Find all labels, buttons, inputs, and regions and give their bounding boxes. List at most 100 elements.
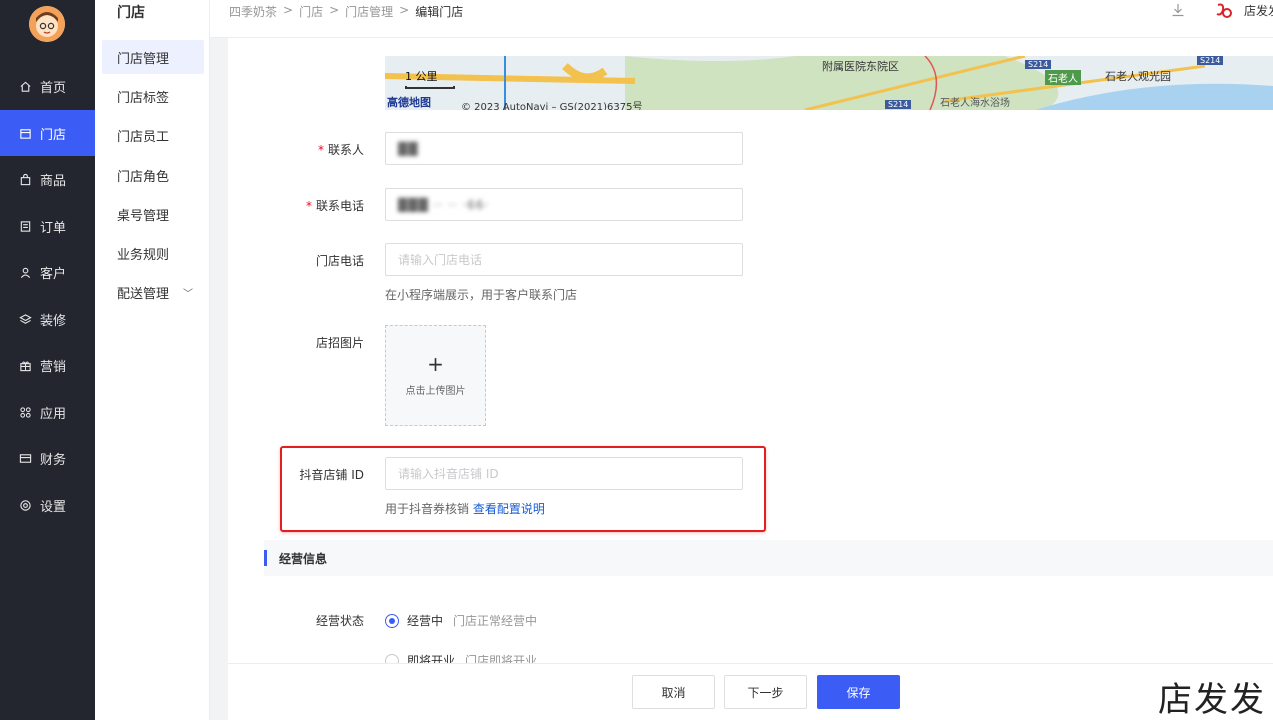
nav-label: 客户: [40, 266, 67, 282]
upload-text: 点击上传图片: [405, 386, 466, 397]
breadcrumb: 四季奶茶 > 门店 > 门店管理 > 编辑门店: [229, 3, 463, 20]
phone-label-text: 联系电话: [315, 199, 364, 213]
nav-item-home[interactable]: 首页: [0, 63, 95, 109]
layers-icon: [18, 312, 32, 326]
nav-item-settings[interactable]: 设置: [0, 482, 95, 528]
sign-image-upload[interactable]: + 点击上传图片: [385, 325, 486, 426]
subnav-item-store-staff[interactable]: 门店员工: [102, 118, 204, 152]
home-icon: [18, 79, 32, 93]
subnav-delivery-label: 配送管理: [117, 286, 170, 302]
radio-checked-icon[interactable]: [385, 613, 399, 628]
subnav-item-store-manage[interactable]: 门店管理: [102, 40, 204, 74]
subnav-title: 门店: [117, 5, 145, 21]
subnav-item-store-tags[interactable]: 门店标签: [102, 79, 204, 113]
breadcrumb-item[interactable]: 门店: [299, 3, 323, 20]
nav-label: 应用: [40, 406, 67, 422]
nav-label: 营销: [40, 359, 67, 375]
map-road-badge: S214: [885, 100, 912, 109]
nav-item-marketing[interactable]: 营销: [0, 342, 95, 388]
nav-item-orders[interactable]: 订单: [0, 203, 95, 249]
bag-icon: [18, 172, 32, 186]
main-nav: 首页 门店 商品 订单 客户 装修 营销 应用 财务 设置: [0, 0, 95, 720]
save-button[interactable]: 保存: [817, 675, 900, 709]
option-label: 经营中: [407, 614, 444, 628]
edit-store-form: 1 公里 高德地图 © 2023 AutoNavi – GS(2021)6375…: [228, 38, 1273, 720]
map-label-hospital: 附属医院东院区: [822, 60, 899, 73]
nav-item-finance[interactable]: 财务: [0, 435, 95, 481]
store-location-map[interactable]: 1 公里 高德地图 © 2023 AutoNavi – GS(2021)6375…: [385, 56, 1273, 110]
map-road-badge: S214: [1025, 60, 1052, 69]
contact-label-text: 联系人: [327, 143, 364, 157]
breadcrumb-current: 编辑门店: [415, 5, 464, 19]
store-icon: [18, 126, 32, 140]
map-scale: 1 公里: [405, 70, 438, 83]
phone-value: ███ ·· ·· ·66·: [398, 197, 490, 212]
sub-nav: 门店 门店管理 门店标签 门店员工 门店角色 桌号管理 业务规则 配送管理 ﹀: [95, 0, 210, 720]
section-accent-bar: [264, 550, 267, 566]
download-icon[interactable]: [1170, 2, 1186, 18]
douyin-id-label: 抖音店铺 ID: [299, 468, 364, 482]
store-phone-input[interactable]: 请输入门店电话: [385, 243, 743, 276]
nav-label: 装修: [40, 313, 67, 329]
phone-label: * 联系电话: [244, 197, 364, 214]
chevron-down-icon: ﹀: [183, 288, 194, 300]
nav-label: 财务: [40, 452, 67, 468]
nav-label: 订单: [40, 220, 67, 236]
breadcrumb-item[interactable]: 四季奶茶: [229, 3, 277, 20]
store-phone-label: 门店电话: [315, 254, 364, 268]
map-scale-bar: [405, 86, 455, 89]
required-mark: *: [305, 199, 312, 213]
app-root: 首页 门店 商品 订单 客户 装修 营销 应用 财务 设置 门店 门店管理 门店…: [0, 0, 1273, 720]
store-phone-help: 在小程序端展示，用于客户联系门店: [385, 288, 578, 302]
nav-item-goods[interactable]: 商品: [0, 156, 95, 202]
brand-name[interactable]: 店发发: [1244, 2, 1273, 19]
business-info-section: 经营信息: [264, 540, 1273, 576]
nav-item-apps[interactable]: 应用: [0, 389, 95, 435]
subnav-item-delivery[interactable]: 配送管理 ﹀: [102, 275, 204, 309]
douyin-help: 用于抖音券核销 查看配置说明: [385, 500, 545, 517]
contact-input[interactable]: ██: [385, 132, 743, 165]
map-label-stone: 石老人: [1045, 70, 1081, 85]
nav-label: 设置: [40, 499, 67, 515]
subnav-item-table-numbers[interactable]: 桌号管理: [102, 197, 204, 231]
map-road-badge: S214: [1197, 56, 1224, 65]
breadcrumb-separator: >: [283, 3, 294, 17]
nav-item-store[interactable]: 门店: [0, 110, 95, 156]
sign-image-label: 店招图片: [315, 336, 364, 350]
gear-icon: [18, 498, 32, 512]
avatar[interactable]: [29, 6, 65, 42]
douyin-help-text: 用于抖音券核销: [385, 502, 470, 516]
map-label-beach: 石老人海水浴场: [940, 98, 1010, 109]
section-title: 经营信息: [279, 551, 328, 566]
cancel-button[interactable]: 取消: [632, 675, 715, 709]
contact-label: * 联系人: [244, 141, 364, 158]
map-logo: 高德地图: [387, 96, 431, 109]
nav-item-decorate[interactable]: 装修: [0, 296, 95, 342]
status-option-open[interactable]: 经营中 门店正常经营中: [385, 612, 537, 629]
breadcrumb-separator: >: [329, 3, 340, 17]
breadcrumb-separator: >: [399, 3, 410, 17]
card-icon: [18, 451, 32, 465]
nav-label: 门店: [40, 127, 67, 143]
gift-icon: [18, 358, 32, 372]
form-footer: 取消 下一步 保存: [228, 663, 1273, 720]
subnav-item-store-roles[interactable]: 门店角色: [102, 158, 204, 192]
watermark: 店发发: [1158, 680, 1266, 720]
nav-label: 首页: [40, 80, 67, 96]
nav-item-customers[interactable]: 客户: [0, 249, 95, 295]
phone-input[interactable]: ███ ·· ·· ·66·: [385, 188, 743, 221]
order-icon: [18, 219, 32, 233]
nav-label: 商品: [40, 173, 67, 189]
view-config-link[interactable]: 查看配置说明: [473, 502, 545, 516]
status-label: 经营状态: [315, 614, 364, 628]
subnav-item-business-rules[interactable]: 业务规则: [102, 236, 204, 270]
option-desc: 门店正常经营中: [453, 614, 538, 628]
douyin-id-input[interactable]: 请输入抖音店铺 ID: [385, 457, 743, 490]
map-copyright: © 2023 AutoNavi – GS(2021)6375号: [461, 102, 643, 110]
top-bar: 四季奶茶 > 门店 > 门店管理 > 编辑门店 店发发: [210, 0, 1273, 38]
breadcrumb-item[interactable]: 门店管理: [345, 3, 393, 20]
next-step-button[interactable]: 下一步: [724, 675, 807, 709]
required-mark: *: [317, 143, 324, 157]
brand-logo-icon: [1215, 2, 1233, 20]
map-label-park: 石老人观光园: [1105, 70, 1171, 83]
